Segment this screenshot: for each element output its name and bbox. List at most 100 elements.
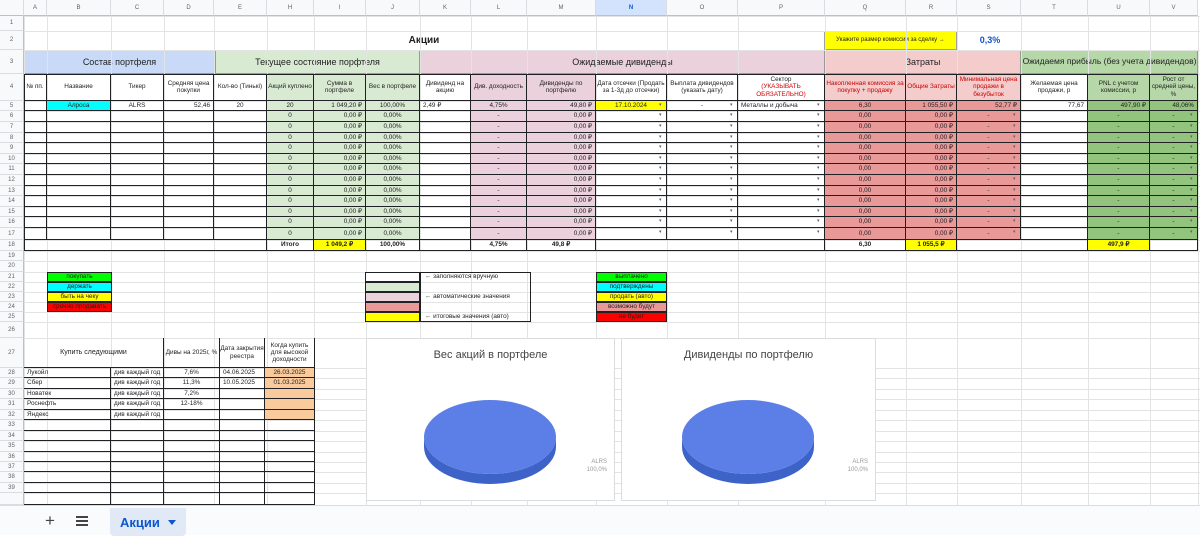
- cell-sector[interactable]: [738, 217, 825, 228]
- chevron-down-icon[interactable]: ▾: [730, 112, 733, 118]
- column-header[interactable]: Q: [825, 0, 906, 16]
- cell-min-price[interactable]: -: [957, 207, 1021, 217]
- cell-total-costs[interactable]: 0,00 ₽: [906, 228, 957, 240]
- cell-div-share[interactable]: [420, 122, 471, 133]
- column-header[interactable]: V: [1150, 0, 1198, 16]
- cell-div-yield[interactable]: -: [471, 175, 527, 186]
- cell-qty[interactable]: [214, 164, 267, 175]
- column-header[interactable]: J: [366, 0, 420, 16]
- chevron-down-icon[interactable]: ▾: [1190, 165, 1193, 171]
- cell-div-yield[interactable]: 4,75%: [471, 101, 527, 111]
- chevron-down-icon[interactable]: ▾: [1013, 134, 1016, 140]
- cell-avg-price[interactable]: [164, 186, 214, 196]
- cell-div-yield[interactable]: -: [471, 207, 527, 217]
- cell-weight[interactable]: 0,00%: [366, 122, 420, 133]
- row-header[interactable]: 16: [0, 217, 24, 228]
- cell-total-costs[interactable]: 0,00 ₽: [906, 164, 957, 175]
- chevron-down-icon[interactable]: ▾: [817, 208, 820, 214]
- pie-slice[interactable]: [682, 400, 814, 474]
- cell-div-portfolio[interactable]: 0,00 ₽: [527, 207, 596, 217]
- column-header[interactable]: R: [906, 0, 957, 16]
- cell-min-price[interactable]: -: [957, 196, 1021, 207]
- chevron-down-icon[interactable]: ▾: [730, 176, 733, 182]
- buy-next-name[interactable]: Сбер: [24, 378, 111, 389]
- buy-next-name[interactable]: Роснефть: [24, 399, 111, 410]
- cell-payout[interactable]: [667, 143, 738, 154]
- cell-payout[interactable]: [667, 164, 738, 175]
- cell-weight[interactable]: 100,00%: [366, 101, 420, 111]
- chevron-down-icon[interactable]: ▾: [730, 197, 733, 203]
- cell-avg-price[interactable]: [164, 175, 214, 186]
- chevron-down-icon[interactable]: ▾: [659, 176, 662, 182]
- chevron-down-icon[interactable]: ▾: [659, 208, 662, 214]
- buy-next-div[interactable]: [164, 462, 220, 472]
- chevron-down-icon[interactable]: ▾: [730, 155, 733, 161]
- cell-div-yield[interactable]: -: [471, 154, 527, 164]
- cell-shares[interactable]: 0: [267, 143, 314, 154]
- chevron-down-icon[interactable]: ▾: [1013, 112, 1016, 118]
- chevron-down-icon[interactable]: ▾: [1013, 123, 1016, 129]
- chevron-down-icon[interactable]: ▾: [730, 229, 733, 235]
- cell-min-price[interactable]: -: [957, 175, 1021, 186]
- buy-next-name[interactable]: [24, 493, 111, 505]
- cell-sum[interactable]: 0,00 ₽: [314, 196, 366, 207]
- cell-total-costs[interactable]: 0,00 ₽: [906, 207, 957, 217]
- cell-qty[interactable]: [214, 175, 267, 186]
- cell-pnl[interactable]: -: [1088, 175, 1150, 186]
- buy-next-div[interactable]: [164, 483, 220, 493]
- cell-weight[interactable]: 0,00%: [366, 196, 420, 207]
- cell-sum[interactable]: 0,00 ₽: [314, 143, 366, 154]
- row-header[interactable]: 29: [0, 378, 24, 389]
- cell-div-portfolio[interactable]: 0,00 ₽: [527, 154, 596, 164]
- cell-desired[interactable]: [1021, 122, 1088, 133]
- column-header[interactable]: N: [596, 0, 667, 16]
- cell-pnl[interactable]: -: [1088, 154, 1150, 164]
- row-header[interactable]: [0, 493, 24, 505]
- buy-next-div[interactable]: 7,6%: [164, 368, 220, 378]
- chevron-down-icon[interactable]: ▾: [730, 218, 733, 224]
- cell-div-share[interactable]: [420, 196, 471, 207]
- cell-payout[interactable]: [667, 228, 738, 240]
- cell-shares[interactable]: 0: [267, 217, 314, 228]
- cell-commission[interactable]: 6,30: [825, 101, 906, 111]
- cell-div-share[interactable]: [420, 207, 471, 217]
- cell-weight[interactable]: 0,00%: [366, 164, 420, 175]
- row-header[interactable]: 13: [0, 186, 24, 196]
- chevron-down-icon[interactable]: ▾: [730, 144, 733, 150]
- cell-ticker[interactable]: [111, 133, 164, 143]
- caret-down-icon[interactable]: [167, 519, 176, 525]
- cell-pnl[interactable]: -: [1088, 186, 1150, 196]
- row-header[interactable]: 17: [0, 228, 24, 240]
- row-header[interactable]: 24: [0, 302, 24, 312]
- cell-total-costs[interactable]: 1 055,50 ₽: [906, 101, 957, 111]
- cell-sum[interactable]: 0,00 ₽: [314, 207, 366, 217]
- buy-next-freq[interactable]: [111, 483, 164, 493]
- row-header[interactable]: 4: [0, 74, 24, 101]
- cell-sum[interactable]: 0,00 ₽: [314, 186, 366, 196]
- chevron-down-icon[interactable]: ▾: [1190, 155, 1193, 161]
- cell-qty[interactable]: [214, 122, 267, 133]
- chevron-down-icon[interactable]: ▾: [1190, 208, 1193, 214]
- cell-sum[interactable]: 0,00 ₽: [314, 164, 366, 175]
- cell-div-portfolio[interactable]: 49,80 ₽: [527, 101, 596, 111]
- buy-next-when[interactable]: [265, 399, 315, 410]
- column-header[interactable]: S: [957, 0, 1021, 16]
- row-header[interactable]: 31: [0, 399, 24, 410]
- cell-div-share[interactable]: [420, 143, 471, 154]
- cell-div-portfolio[interactable]: 0,00 ₽: [527, 217, 596, 228]
- row-header[interactable]: 10: [0, 154, 24, 164]
- buy-next-date[interactable]: [220, 399, 265, 410]
- column-header[interactable]: I: [314, 0, 366, 16]
- chevron-down-icon[interactable]: ▾: [1190, 112, 1193, 118]
- buy-next-name[interactable]: [24, 462, 111, 472]
- row-header[interactable]: 39: [0, 483, 24, 493]
- cell-desired[interactable]: [1021, 175, 1088, 186]
- cell-div-share[interactable]: [420, 175, 471, 186]
- row-header[interactable]: 7: [0, 122, 24, 133]
- chevron-down-icon[interactable]: ▾: [730, 208, 733, 214]
- row-header[interactable]: 22: [0, 282, 24, 292]
- cell-cutoff[interactable]: [596, 186, 667, 196]
- cell-qty[interactable]: [214, 154, 267, 164]
- cell-sector[interactable]: [738, 133, 825, 143]
- cell-shares[interactable]: 0: [267, 196, 314, 207]
